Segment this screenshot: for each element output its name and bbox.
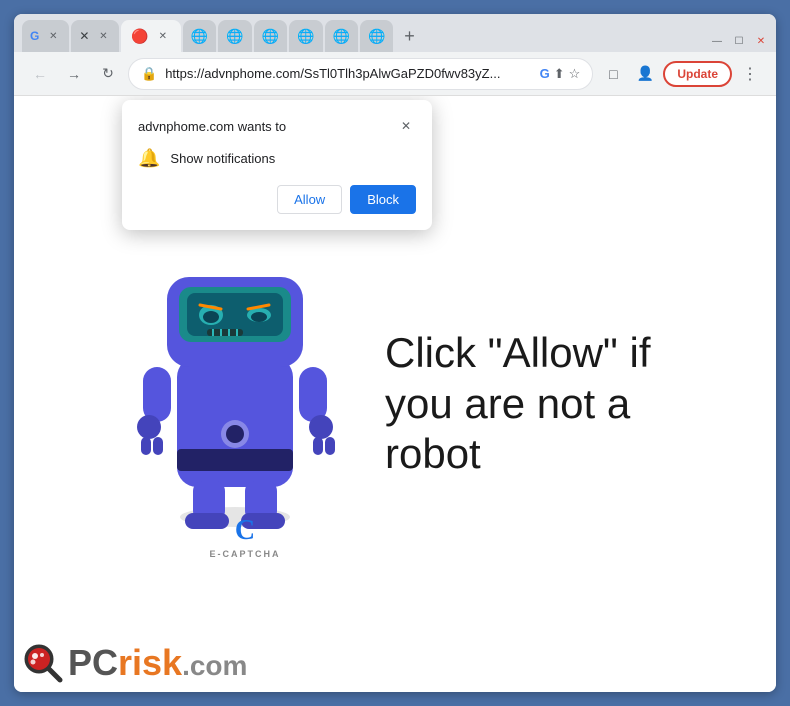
new-tab-button[interactable]: + [395, 22, 423, 50]
tab-9[interactable]: 🌐 [360, 20, 393, 52]
back-button[interactable]: ← [26, 60, 54, 88]
pcrisk-logo-icon [22, 642, 64, 684]
notification-text: Show notifications [170, 151, 275, 166]
popup-title: advnphome.com wants to [138, 119, 286, 134]
extension-icon[interactable]: □ [599, 60, 627, 88]
tab-6[interactable]: 🌐 [254, 20, 287, 52]
tab-5[interactable]: 🌐 [218, 20, 251, 52]
popup-close-button[interactable]: ✕ [396, 116, 416, 136]
tab-2-favicon: ✕ [79, 29, 89, 43]
robot-container: C E-CAPTCHA [125, 249, 365, 559]
bookmark-icon: ☆ [569, 66, 581, 82]
profile-icon[interactable]: 👤 [631, 60, 659, 88]
pcrisk-footer: PCrisk.com [22, 642, 247, 684]
popup-buttons: Allow Block [138, 185, 416, 214]
risk-text: risk [118, 642, 182, 683]
share-icon: ⬆ [554, 66, 565, 82]
popup-header: advnphome.com wants to ✕ [138, 116, 416, 136]
captcha-letter: C [235, 515, 255, 547]
allow-button[interactable]: Allow [277, 185, 342, 214]
menu-button[interactable]: ⋮ [736, 60, 764, 88]
pcrisk-brand-text: PCrisk.com [68, 642, 247, 684]
url-bar[interactable]: 🔒 https://advnphome.com/SsTl0Tlh3pAlwGaP… [128, 58, 593, 90]
tab-8[interactable]: 🌐 [325, 20, 358, 52]
google-search-icon: G [540, 66, 550, 81]
tab-3-active[interactable]: 🔴 ✕ [121, 20, 180, 52]
tab-2-close[interactable]: ✕ [95, 28, 111, 44]
block-button[interactable]: Block [350, 185, 416, 214]
captcha-label: C E-CAPTCHA [210, 515, 281, 559]
lock-icon: 🔒 [141, 66, 157, 82]
url-text: https://advnphome.com/SsTl0Tlh3pAlwGaPZD… [165, 66, 531, 81]
window-controls: — ☐ ✕ [710, 34, 768, 52]
address-bar: ← → ↻ 🔒 https://advnphome.com/SsTl0Tlh3p… [14, 52, 776, 96]
reload-button[interactable]: ↻ [94, 60, 122, 88]
tab-2[interactable]: ✕ ✕ [71, 20, 119, 52]
tab-4[interactable]: 🌐 [183, 20, 216, 52]
maximize-button[interactable]: ☐ [732, 34, 746, 48]
tab-7[interactable]: 🌐 [289, 20, 322, 52]
robot-svg [125, 249, 345, 529]
tab-1-close[interactable]: ✕ [45, 28, 61, 44]
click-text: Click "Allow" if you are not a robot [385, 328, 665, 479]
notification-popup: advnphome.com wants to ✕ 🔔 Show notifica… [122, 100, 432, 230]
tab-bar: G ✕ ✕ ✕ 🔴 ✕ 🌐 🌐 🌐 🌐 🌐 🌐 + — ☐ ✕ [14, 14, 776, 52]
toolbar-icons: □ 👤 Update ⋮ [599, 60, 764, 88]
robot-area: C E-CAPTCHA Click "Allow" if you are not… [125, 249, 665, 559]
page-content: advnphome.com wants to ✕ 🔔 Show notifica… [14, 96, 776, 692]
tab-1-favicon: G [30, 29, 39, 43]
close-button[interactable]: ✕ [754, 34, 768, 48]
captcha-text: E-CAPTCHA [210, 549, 281, 559]
pc-text: PC [68, 642, 118, 683]
update-button[interactable]: Update [663, 61, 732, 87]
url-icons: G ⬆ ☆ [540, 66, 581, 82]
browser-window: G ✕ ✕ ✕ 🔴 ✕ 🌐 🌐 🌐 🌐 🌐 🌐 + — ☐ ✕ [14, 14, 776, 692]
tab-3-favicon: 🔴 [131, 28, 148, 45]
minimize-button[interactable]: — [710, 34, 724, 48]
tab-1[interactable]: G ✕ [22, 20, 69, 52]
forward-button[interactable]: → [60, 60, 88, 88]
com-text: .com [182, 650, 247, 681]
bell-icon: 🔔 [138, 148, 160, 169]
tab-3-close[interactable]: ✕ [155, 28, 171, 44]
popup-notification-row: 🔔 Show notifications [138, 148, 416, 169]
